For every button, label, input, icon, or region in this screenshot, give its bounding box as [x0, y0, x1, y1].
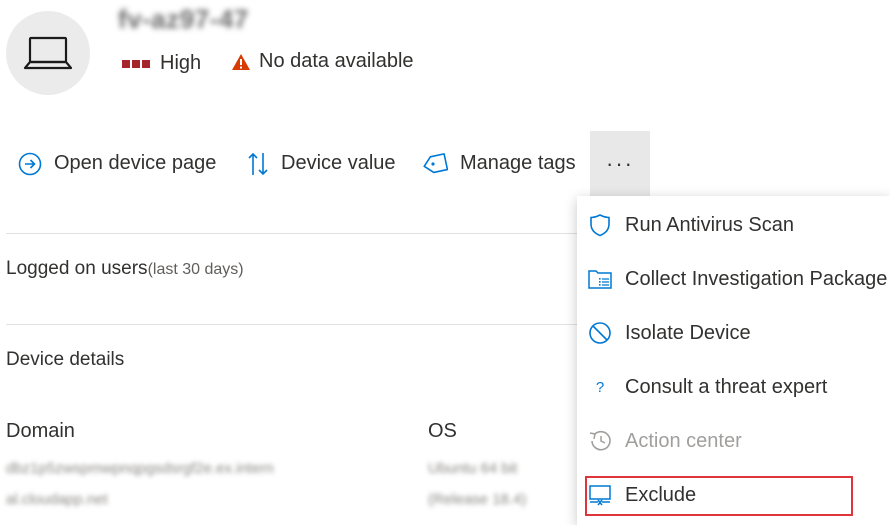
menu-item-consult-threat-expert[interactable]: ? Consult a threat expert: [577, 360, 890, 414]
risk-bar-3: [142, 59, 150, 68]
warning-icon: [232, 53, 250, 70]
exclude-highlight-box: [585, 476, 853, 516]
os-value: Ubuntu 64 bit (Release 18.4): [428, 460, 527, 508]
device-value-button[interactable]: Device value: [247, 131, 396, 196]
manage-tags-button[interactable]: Manage tags: [422, 131, 576, 196]
more-actions-button[interactable]: ···: [590, 131, 650, 196]
open-device-page-label: Open device page: [54, 152, 217, 174]
exposure-label: No data available: [259, 50, 414, 72]
menu-item-action-center[interactable]: Action center: [577, 414, 890, 468]
device-details-heading: Device details: [6, 349, 125, 370]
action-toolbar: Open device page Device value Manage tag…: [0, 131, 660, 196]
logged-on-users-heading: Logged on users(last 30 days): [6, 258, 244, 280]
risk-level-label: High: [160, 52, 202, 74]
risk-level: High: [122, 52, 201, 75]
menu-item-isolate-device[interactable]: Isolate Device: [577, 306, 890, 360]
manage-tags-label: Manage tags: [460, 152, 576, 174]
open-device-page-button[interactable]: Open device page: [18, 131, 216, 196]
domain-value: dbz1p5zwspmwpnqpgsdsrgf2e.ex.intern al.c…: [6, 460, 274, 508]
os-label: OS: [428, 420, 457, 442]
question-icon: ?: [595, 378, 605, 396]
shield-icon: [587, 212, 613, 238]
device-name: fv-az97-47: [118, 4, 249, 34]
menu-item-run-antivirus-scan[interactable]: Run Antivirus Scan: [577, 198, 890, 252]
tag-icon: [423, 152, 448, 173]
divider: [6, 324, 586, 325]
device-avatar: [6, 11, 90, 95]
exposure-level: No data available: [231, 50, 414, 73]
arrow-circle-right-icon: [18, 152, 42, 175]
sort-arrows-icon: [248, 152, 268, 175]
menu-item-collect-investigation-package[interactable]: Collect Investigation Package: [577, 252, 890, 306]
logged-on-users-range: (last 30 days): [147, 261, 244, 278]
logged-on-users-title: Logged on users: [6, 258, 148, 279]
risk-bar-2: [132, 59, 140, 68]
device-value-label: Device value: [281, 152, 396, 174]
isolate-icon: [587, 320, 613, 346]
history-icon: [587, 428, 613, 454]
investigation-package-icon: [587, 266, 613, 292]
more-icon: ···: [606, 150, 634, 176]
risk-bar-1: [122, 59, 130, 68]
laptop-icon: [23, 36, 73, 70]
divider: [6, 233, 586, 234]
domain-label: Domain: [6, 420, 75, 442]
